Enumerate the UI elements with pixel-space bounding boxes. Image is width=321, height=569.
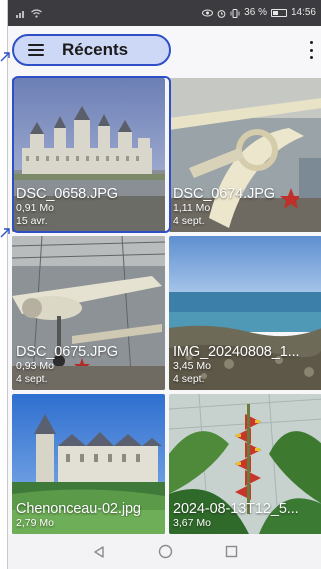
file-size: 0,93 Mo xyxy=(16,360,54,372)
alarm-icon xyxy=(217,9,226,18)
file-meta: DSC_0675.JPG 0,93 Mo 4 sept. xyxy=(16,344,161,386)
file-tile-5[interactable]: Chenonceau-02.jpg 2,79 Mo xyxy=(12,394,165,534)
file-name: DSC_0674.JPG xyxy=(173,186,275,202)
file-meta: 2024-08-13T12_5... 3,67 Mo xyxy=(173,501,318,530)
file-date: 4 sept. xyxy=(173,215,205,227)
pointer-arrow-icon xyxy=(0,52,10,62)
file-size: 1,11 Mo xyxy=(173,202,211,214)
more-vert-icon[interactable] xyxy=(308,41,314,59)
file-size: 0,91 Mo xyxy=(16,202,54,214)
vibrate-icon xyxy=(230,8,240,18)
file-tile-2[interactable]: DSC_0674.JPG 1,11 Mo 4 sept. xyxy=(169,78,321,232)
back-triangle-icon[interactable] xyxy=(92,545,106,559)
file-name: DSC_0658.JPG xyxy=(16,186,118,202)
file-date: 4 sept. xyxy=(173,373,205,385)
system-nav-bar xyxy=(8,534,321,569)
file-date: 15 avr. xyxy=(16,215,48,227)
file-tile-1[interactable]: DSC_0658.JPG 0,91 Mo 15 avr. xyxy=(12,78,165,232)
app-bar: Récents xyxy=(8,26,321,72)
file-name: 2024-08-13T12_5... xyxy=(173,501,299,517)
file-meta: IMG_20240808_1... 3,45 Mo 4 sept. xyxy=(173,344,318,386)
signal-icon xyxy=(16,10,24,18)
page-title: Récents xyxy=(62,40,129,59)
file-tile-4[interactable]: IMG_20240808_1... 3,45 Mo 4 sept. xyxy=(169,236,321,390)
file-date: 4 sept. xyxy=(16,373,48,385)
file-size: 3,67 Mo xyxy=(173,517,211,529)
file-name: Chenonceau-02.jpg xyxy=(16,501,141,517)
pointer-arrow-icon xyxy=(0,228,10,238)
file-meta: Chenonceau-02.jpg 2,79 Mo xyxy=(16,501,161,530)
file-name: IMG_20240808_1... xyxy=(173,344,300,360)
status-left xyxy=(16,8,42,18)
file-size: 3,45 Mo xyxy=(173,360,211,372)
status-right: 36 % 14:56 xyxy=(202,8,316,18)
status-bar: 36 % 14:56 xyxy=(8,0,321,26)
recents-square-icon[interactable] xyxy=(225,545,238,558)
recent-files-grid: DSC_0658.JPG 0,91 Mo 15 avr. DSC_0674.JP… xyxy=(8,74,321,534)
file-meta: DSC_0674.JPG 1,11 Mo 4 sept. xyxy=(173,186,318,228)
hamburger-icon[interactable] xyxy=(28,44,44,56)
phone-screen: 36 % 14:56 Récents DSC_0658.JPG 0,91 Mo … xyxy=(7,0,321,569)
file-tile-6[interactable]: 2024-08-13T12_5... 3,67 Mo xyxy=(169,394,321,534)
file-tile-3[interactable]: DSC_0675.JPG 0,93 Mo 4 sept. xyxy=(12,236,165,390)
file-name: DSC_0675.JPG xyxy=(16,344,118,360)
home-circle-icon[interactable] xyxy=(158,544,173,559)
battery-icon xyxy=(270,9,287,17)
file-size: 2,79 Mo xyxy=(16,517,54,529)
battery-percent: 36 % xyxy=(244,7,267,18)
drawer-title-button[interactable]: Récents xyxy=(12,34,171,66)
eye-comfort-icon xyxy=(202,9,214,17)
file-meta: DSC_0658.JPG 0,91 Mo 15 avr. xyxy=(16,186,161,228)
clock: 14:56 xyxy=(290,7,316,18)
wifi-icon xyxy=(31,8,42,18)
